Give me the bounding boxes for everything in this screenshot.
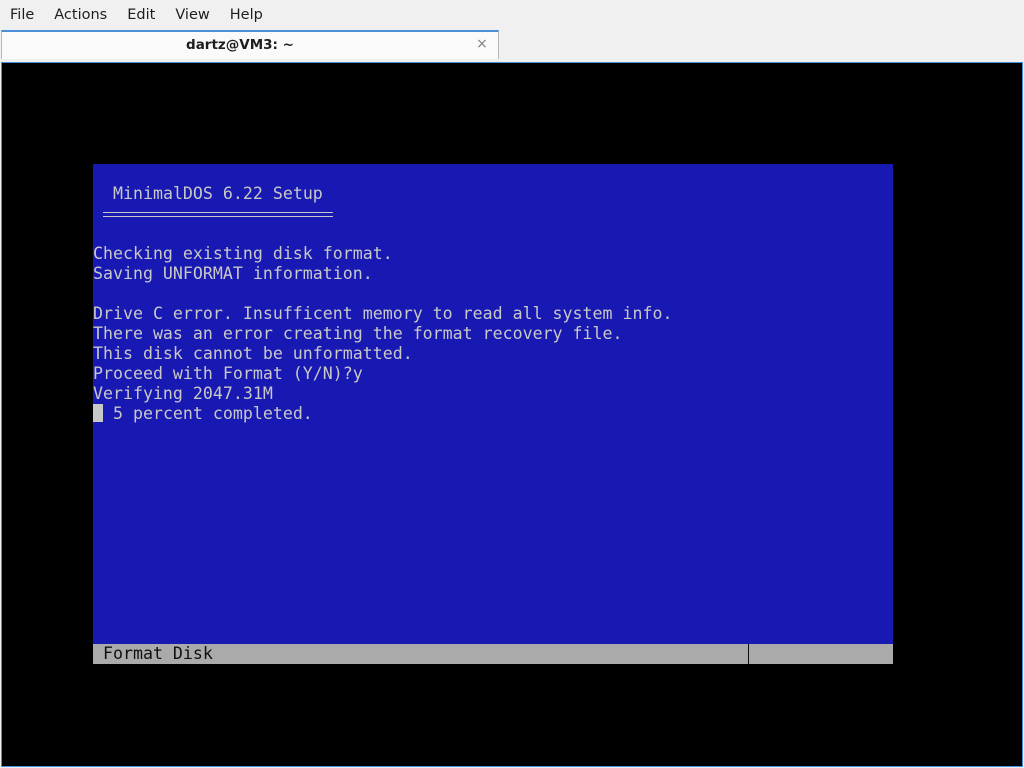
output-line: Saving UNFORMAT information.: [93, 264, 373, 283]
status-label: Format Disk: [103, 644, 213, 663]
text-cursor: [93, 404, 103, 422]
tab-bar: dartz@VM3: ~ ×: [0, 30, 1024, 62]
setup-title: MinimalDOS 6.22 Setup: [113, 184, 323, 203]
terminal-view[interactable]: MinimalDOS 6.22 Setup Checking existing …: [1, 62, 1023, 767]
output-line: Proceed with Format (Y/N)?y: [93, 364, 363, 383]
close-icon[interactable]: ×: [474, 35, 490, 53]
status-bar: Format Disk: [93, 644, 893, 664]
output-line: Verifying 2047.31M: [93, 384, 273, 403]
progress-line: 5 percent completed.: [93, 404, 313, 424]
output-line: This disk cannot be unformatted.: [93, 344, 413, 363]
menu-edit[interactable]: Edit: [117, 0, 165, 30]
title-underline: [103, 212, 333, 217]
dos-setup-screen: MinimalDOS 6.22 Setup Checking existing …: [93, 164, 893, 664]
output-line: There was an error creating the format r…: [93, 324, 623, 343]
output-line: Drive C error. Insufficent memory to rea…: [93, 304, 673, 323]
menu-help[interactable]: Help: [220, 0, 273, 30]
terminal-tab[interactable]: dartz@VM3: ~ ×: [1, 30, 499, 59]
status-divider: [748, 644, 749, 664]
progress-text: 5 percent completed.: [103, 404, 313, 423]
tab-title: dartz@VM3: ~: [186, 37, 294, 53]
output-line: Checking existing disk format.: [93, 244, 393, 263]
menu-actions[interactable]: Actions: [44, 0, 117, 30]
menu-bar: File Actions Edit View Help: [0, 0, 1024, 30]
menu-view[interactable]: View: [165, 0, 219, 30]
menu-file[interactable]: File: [0, 0, 44, 30]
